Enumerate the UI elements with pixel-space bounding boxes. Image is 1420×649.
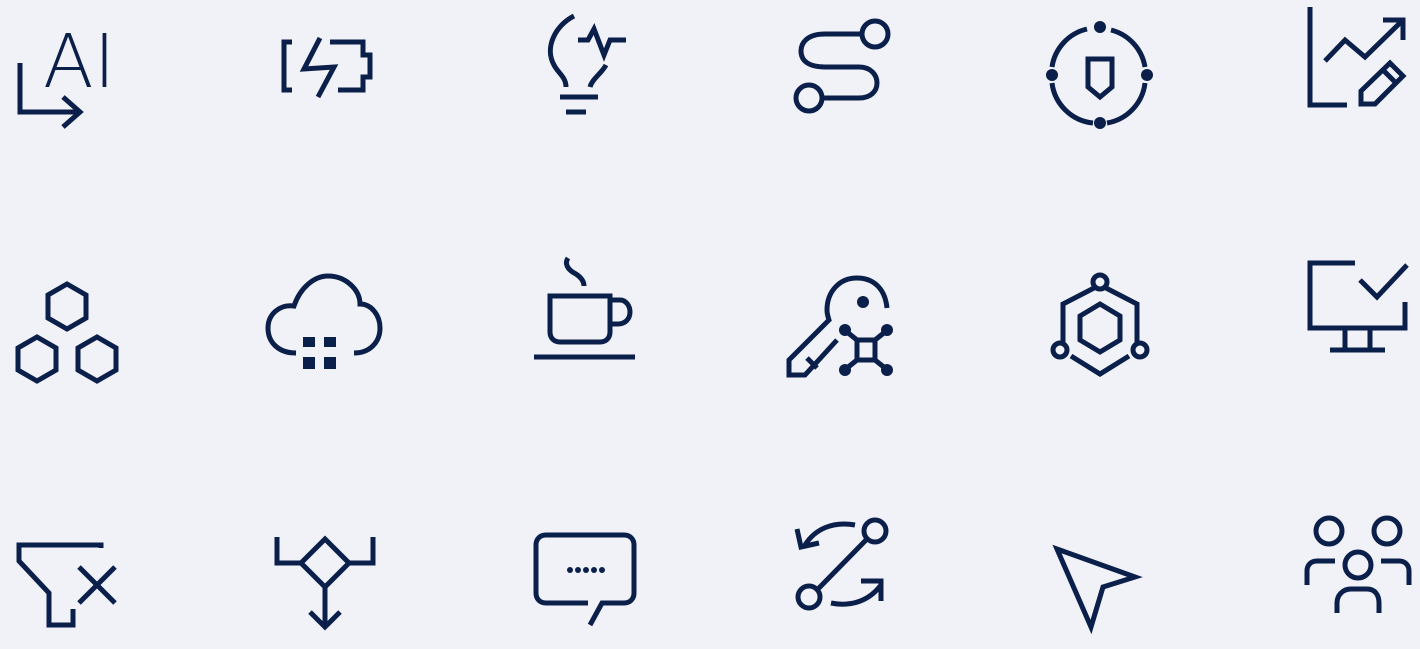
hexagon-cluster-icon (5, 260, 135, 390)
coffee-cup-icon (520, 256, 650, 390)
chat-ellipsis-icon (520, 515, 650, 645)
ai-label-text: AI (43, 19, 115, 105)
key-network-icon (777, 260, 907, 390)
filter-remove-icon (5, 515, 135, 645)
user-group-icon (1295, 515, 1420, 645)
migrate-icon (777, 515, 907, 645)
shield-cycle-icon (1035, 5, 1165, 135)
ai-label-icon: AI (5, 5, 135, 135)
route-path-icon (777, 5, 907, 135)
hexagon-orbit-icon (1035, 260, 1165, 390)
lightbulb-pulse-icon (520, 5, 650, 135)
chart-edit-icon (1295, 5, 1420, 135)
cursor-pointer-icon (1035, 515, 1165, 645)
monitor-check-icon (1295, 260, 1420, 390)
decision-flow-icon (260, 515, 390, 645)
battery-charging-icon (260, 5, 390, 135)
cloud-app-icon (260, 260, 390, 390)
